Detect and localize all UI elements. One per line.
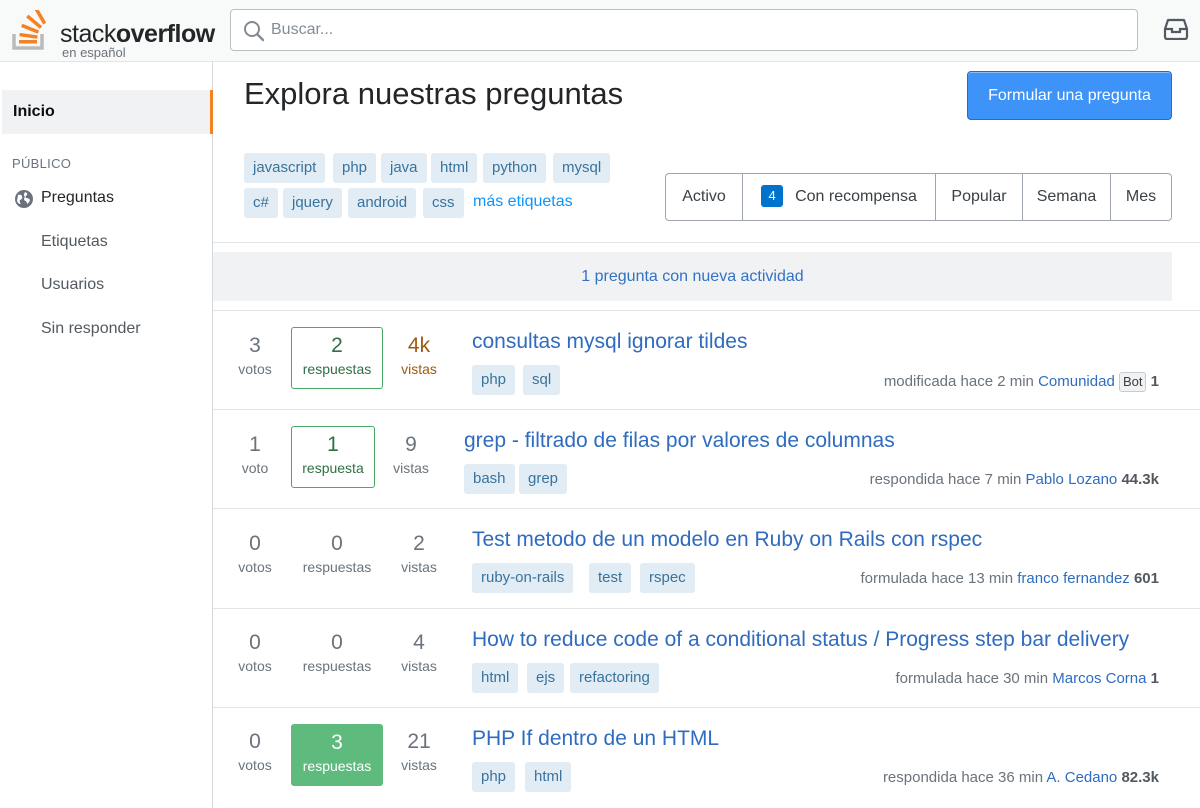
view-count: 9 vistas xyxy=(393,433,429,476)
bot-badge: Bot xyxy=(1118,372,1147,392)
question-tag[interactable]: html xyxy=(472,663,519,693)
new-activity-banner[interactable]: 1 pregunta con nueva actividad xyxy=(213,252,1172,301)
popular-tag[interactable]: android xyxy=(348,188,417,218)
vote-count: 1 voto xyxy=(241,433,269,476)
popular-tag[interactable]: javascript xyxy=(244,153,326,183)
sidebar-item-unanswered[interactable]: Sin responder xyxy=(41,320,141,338)
answer-count: 0 respuestas xyxy=(302,532,372,575)
filter-week[interactable]: Semana xyxy=(1023,174,1111,220)
user-reputation: 601 xyxy=(1133,570,1159,587)
sidebar-section-public: PÚBLICO xyxy=(12,156,72,171)
question-tag[interactable]: bash xyxy=(464,464,515,494)
answer-count: 0 respuestas xyxy=(302,631,372,674)
user-link[interactable]: A. Cedano xyxy=(1046,769,1117,786)
popular-tag[interactable]: mysql xyxy=(553,153,611,183)
question-row: 3 votos 2 respuestas 4k vistas consultas my… xyxy=(213,310,1200,409)
vote-count: 0 votos xyxy=(238,730,272,773)
answer-count: 2 respuestas xyxy=(291,327,383,389)
view-count: 2 vistas xyxy=(401,532,437,575)
user-reputation: 1 xyxy=(1150,373,1159,390)
filter-bounty[interactable]: 4 Con recompensa xyxy=(743,174,936,220)
question-row: 0 votos 0 respuestas 2 vistas Test metodo d… xyxy=(213,508,1200,607)
sidebar-item-tags[interactable]: Etiquetas xyxy=(41,233,108,251)
question-title-link[interactable]: Test metodo de un modelo en Ruby on Rail… xyxy=(472,528,982,552)
more-tags-link[interactable]: más etiquetas xyxy=(473,193,573,211)
popular-tag[interactable]: java xyxy=(381,153,427,183)
vote-count: 3 votos xyxy=(238,334,272,377)
question-tag[interactable]: rspec xyxy=(640,563,695,593)
divider xyxy=(213,242,1200,243)
user-reputation: 82.3k xyxy=(1121,769,1159,786)
question-tag[interactable]: sql xyxy=(523,365,561,395)
question-title-link[interactable]: PHP If dentro de un HTML xyxy=(472,727,719,751)
filter-active[interactable]: Activo xyxy=(666,174,743,220)
user-link[interactable]: franco fernandez xyxy=(1017,570,1130,587)
view-count: 21 vistas xyxy=(401,730,437,773)
filter-popular[interactable]: Popular xyxy=(936,174,1023,220)
filter-bounty-label: Con recompensa xyxy=(795,188,917,205)
left-sidebar: Inicio PÚBLICO Preguntas Etiquetas Usuar… xyxy=(0,62,213,808)
answer-count-accepted: 3 respuestas xyxy=(291,724,383,786)
user-reputation: 1 xyxy=(1150,670,1159,687)
bounty-count-badge: 4 xyxy=(761,185,784,207)
vote-count: 0 votos xyxy=(238,532,272,575)
question-row: 0 votos 0 respuestas 4 vistas How to reduce… xyxy=(213,608,1200,707)
page-title: Explora nuestras preguntas xyxy=(244,76,624,111)
search-input[interactable] xyxy=(271,10,1121,50)
question-title-link[interactable]: consultas mysql ignorar tildes xyxy=(472,330,747,354)
answer-count: 1 respuesta xyxy=(291,426,375,488)
search-icon xyxy=(244,21,265,42)
filter-month[interactable]: Mes xyxy=(1111,174,1171,220)
globe-icon xyxy=(15,190,33,208)
question-meta: modificada hace 2 min Comunidad Bot 1 xyxy=(884,372,1159,392)
question-meta: respondida hace 36 min A. Cedano 82.3k xyxy=(883,769,1159,786)
question-action: formulada hace 13 min xyxy=(860,570,1014,587)
question-tag[interactable]: grep xyxy=(519,464,568,494)
user-link[interactable]: Pablo Lozano xyxy=(1026,471,1118,488)
question-title-link[interactable]: How to reduce code of a conditional stat… xyxy=(472,628,1129,652)
view-count: 4 vistas xyxy=(401,631,437,674)
question-meta: respondida hace 7 min Pablo Lozano 44.3k xyxy=(870,471,1159,488)
ask-question-button[interactable]: Formular una pregunta xyxy=(967,71,1172,120)
logo-subtitle: en español xyxy=(62,45,126,60)
question-row: 0 votos 3 respuestas 21 vistas PHP If dentr… xyxy=(213,707,1200,806)
question-action: respondida hace 7 min xyxy=(869,471,1022,488)
user-link[interactable]: Marcos Corna xyxy=(1052,670,1146,687)
popular-tag[interactable]: php xyxy=(333,153,377,183)
popular-tag[interactable]: python xyxy=(483,153,547,183)
popular-tag[interactable]: jquery xyxy=(283,188,342,218)
question-tag[interactable]: test xyxy=(589,563,632,593)
inbox-icon[interactable] xyxy=(1163,18,1189,40)
view-count: 4k vistas xyxy=(401,334,437,377)
user-link[interactable]: Comunidad xyxy=(1038,373,1115,390)
logo-icon xyxy=(12,10,46,50)
stackoverflow-logo[interactable]: stackoverflow en español xyxy=(12,6,215,60)
question-action: modificada hace 2 min xyxy=(883,373,1034,390)
top-bar: stackoverflow en español xyxy=(0,0,1200,62)
sidebar-item-users[interactable]: Usuarios xyxy=(41,276,104,294)
question-tag[interactable]: ejs xyxy=(527,663,565,693)
popular-tag[interactable]: css xyxy=(423,188,464,218)
question-tag[interactable]: php xyxy=(472,365,516,395)
search-box[interactable] xyxy=(230,9,1138,51)
question-row: 1 voto 1 respuesta 9 vistas grep - filtrado… xyxy=(213,409,1200,508)
question-tag[interactable]: php xyxy=(472,762,516,792)
question-title-link[interactable]: grep - filtrado de filas por valores de … xyxy=(464,429,895,453)
question-tag[interactable]: refactoring xyxy=(570,663,659,693)
popular-tag[interactable]: c# xyxy=(244,188,278,218)
question-action: formulada hace 30 min xyxy=(895,670,1049,687)
question-meta: formulada hace 30 min Marcos Corna 1 xyxy=(896,670,1159,687)
vote-count: 0 votos xyxy=(238,631,272,674)
sidebar-item-home[interactable]: Inicio xyxy=(2,90,213,134)
question-action: respondida hace 36 min xyxy=(882,769,1044,786)
question-tag[interactable]: html xyxy=(525,762,572,792)
user-reputation: 44.3k xyxy=(1121,471,1159,488)
question-meta: formulada hace 13 min franco fernandez 6… xyxy=(860,570,1159,587)
question-tag[interactable]: ruby-on-rails xyxy=(472,563,574,593)
sidebar-item-questions[interactable]: Preguntas xyxy=(41,189,114,207)
popular-tag[interactable]: html xyxy=(431,153,478,183)
question-filters: Activo 4 Con recompensa Popular Semana Me… xyxy=(665,173,1172,221)
